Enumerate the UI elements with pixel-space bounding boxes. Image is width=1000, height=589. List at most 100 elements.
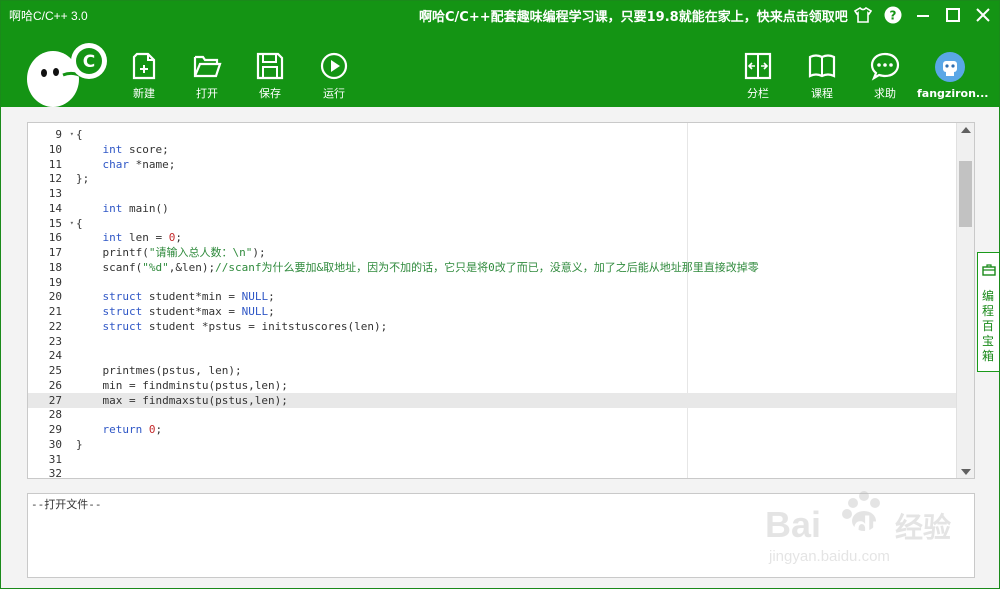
fold-arrow-icon[interactable]: ▾ (70, 216, 74, 231)
line-number[interactable]: 25 (28, 363, 76, 378)
line-number-text: 9 (55, 128, 62, 141)
minimize-icon[interactable] (913, 5, 933, 25)
line-number-text: 25 (48, 364, 62, 377)
line-number[interactable]: 13 (28, 186, 76, 201)
line-number-text: 26 (48, 379, 62, 392)
title-bar[interactable]: 啊哈C/C++ 3.0 啊哈C/C++配套趣味编程学习课，只要19.8就能在家上… (1, 1, 999, 29)
skin-shirt-icon[interactable] (853, 5, 873, 25)
line-number[interactable]: 14 (28, 201, 76, 216)
split-view-button[interactable]: 分栏 (733, 51, 783, 107)
code-token: min = findminstu(pstus,len); (76, 379, 288, 392)
line-number[interactable]: 28 (28, 407, 76, 422)
course-button[interactable]: 课程 (797, 51, 847, 107)
line-number[interactable]: 12 (28, 171, 76, 186)
toolbar: C 新建 打开 保存 运行 分栏 课程 求助 fangziron... (1, 29, 999, 107)
save-disk-icon (256, 52, 284, 80)
code-line[interactable]: } (76, 437, 958, 452)
code-line[interactable]: int len = 0; (76, 230, 958, 245)
line-number[interactable]: 16 (28, 230, 76, 245)
code-line[interactable]: printmes(pstus, len); (76, 363, 958, 378)
code-line[interactable] (76, 186, 958, 201)
code-token: //scanf为什么要加&取地址，因为不加的话，它只是将0改了而已，没意义，加了… (215, 261, 759, 274)
line-number[interactable]: 32 (28, 466, 76, 478)
code-line-current[interactable]: max = findmaxstu(pstus,len); (76, 393, 958, 408)
scrollbar-thumb[interactable] (959, 161, 972, 227)
line-number[interactable]: 31 (28, 452, 76, 467)
line-number[interactable]: 18 (28, 260, 76, 275)
code-line[interactable]: { (76, 216, 958, 231)
scroll-down-arrow-icon[interactable] (961, 469, 971, 475)
line-number[interactable]: 26 (28, 378, 76, 393)
line-number-text: 13 (48, 187, 62, 200)
code-line[interactable] (76, 348, 958, 363)
line-number-text: 18 (48, 261, 62, 274)
code-line[interactable]: min = findminstu(pstus,len); (76, 378, 958, 393)
line-number[interactable]: 20 (28, 289, 76, 304)
code-token: 0 (148, 423, 156, 436)
code-token: }; (76, 172, 90, 185)
code-line[interactable]: int main() (76, 201, 958, 216)
code-line[interactable] (76, 275, 958, 290)
save-button[interactable]: 保存 (245, 51, 295, 107)
line-number[interactable]: 24 (28, 348, 76, 363)
new-file-button[interactable]: 新建 (119, 51, 169, 107)
line-number[interactable]: 9 ▾ (28, 127, 76, 142)
code-line[interactable]: scanf("%d",&len);//scanf为什么要加&取地址，因为不加的话… (76, 260, 958, 275)
line-number[interactable]: 22 (28, 319, 76, 334)
help-icon[interactable]: ? (883, 5, 903, 25)
code-token: "%d" (142, 261, 169, 274)
code-token: "请输入总人数：\n" (148, 246, 253, 259)
run-button[interactable]: 运行 (309, 51, 359, 107)
code-line[interactable]: struct student*min = NULL; (76, 289, 958, 304)
line-number[interactable]: 15 ▾ (28, 216, 76, 231)
code-line[interactable]: struct student *pstus = initstuscores(le… (76, 319, 958, 334)
line-number[interactable]: 21 (28, 304, 76, 319)
close-icon[interactable] (973, 5, 993, 25)
fold-arrow-icon[interactable]: ▾ (70, 127, 74, 142)
code-token: } (76, 438, 83, 451)
code-line[interactable]: char *name; (76, 157, 958, 172)
logo-letter: C (83, 52, 95, 72)
output-text: --打开文件-- (31, 498, 102, 511)
line-number[interactable]: 19 (28, 275, 76, 290)
promo-banner[interactable]: 啊哈C/C++配套趣味编程学习课，只要19.8就能在家上，快来点击领取吧 (419, 6, 848, 25)
code-line[interactable]: return 0; (76, 422, 958, 437)
line-number[interactable]: 29 (28, 422, 76, 437)
code-token: struct (102, 305, 143, 318)
line-number[interactable]: 30 (28, 437, 76, 452)
line-number-text: 20 (48, 290, 62, 303)
line-number[interactable]: 17 (28, 245, 76, 260)
code-line[interactable] (76, 407, 958, 422)
output-panel[interactable]: --打开文件-- (27, 493, 975, 578)
code-token: { (76, 217, 83, 230)
play-icon (320, 52, 348, 80)
line-number-text: 22 (48, 320, 62, 333)
line-number[interactable]: 11 (28, 157, 76, 172)
scroll-up-arrow-icon[interactable] (961, 127, 971, 133)
editor-vertical-scrollbar[interactable] (956, 123, 974, 478)
code-line[interactable]: printf("请输入总人数：\n"); (76, 245, 958, 260)
code-line[interactable] (76, 466, 958, 478)
code-token: int (102, 143, 123, 156)
code-line[interactable]: }; (76, 171, 958, 186)
toolbox-side-tab[interactable]: 编程百宝箱 (977, 252, 999, 372)
line-number[interactable]: 27 (28, 393, 76, 408)
code-token: ; (175, 231, 182, 244)
code-line[interactable]: int score; (76, 142, 958, 157)
line-number-text: 24 (48, 349, 62, 362)
user-profile-button[interactable]: fangziron... (917, 51, 988, 107)
code-line[interactable]: struct student*max = NULL; (76, 304, 958, 319)
code-line[interactable] (76, 334, 958, 349)
code-area[interactable]: { int score; char *name;}; int main(){ i… (76, 123, 958, 478)
line-number[interactable]: 10 (28, 142, 76, 157)
open-file-button[interactable]: 打开 (182, 51, 232, 107)
maximize-icon[interactable] (943, 5, 963, 25)
code-line[interactable] (76, 452, 958, 467)
help-request-button[interactable]: 求助 (860, 51, 910, 107)
code-editor[interactable]: 9 ▾ 10 11 12 13 14 15 ▾ 16 17 18 19 20 21 22 23 24 25 26 27 2… (27, 122, 975, 479)
line-number[interactable]: 23 (28, 334, 76, 349)
code-line[interactable]: { (76, 127, 958, 142)
